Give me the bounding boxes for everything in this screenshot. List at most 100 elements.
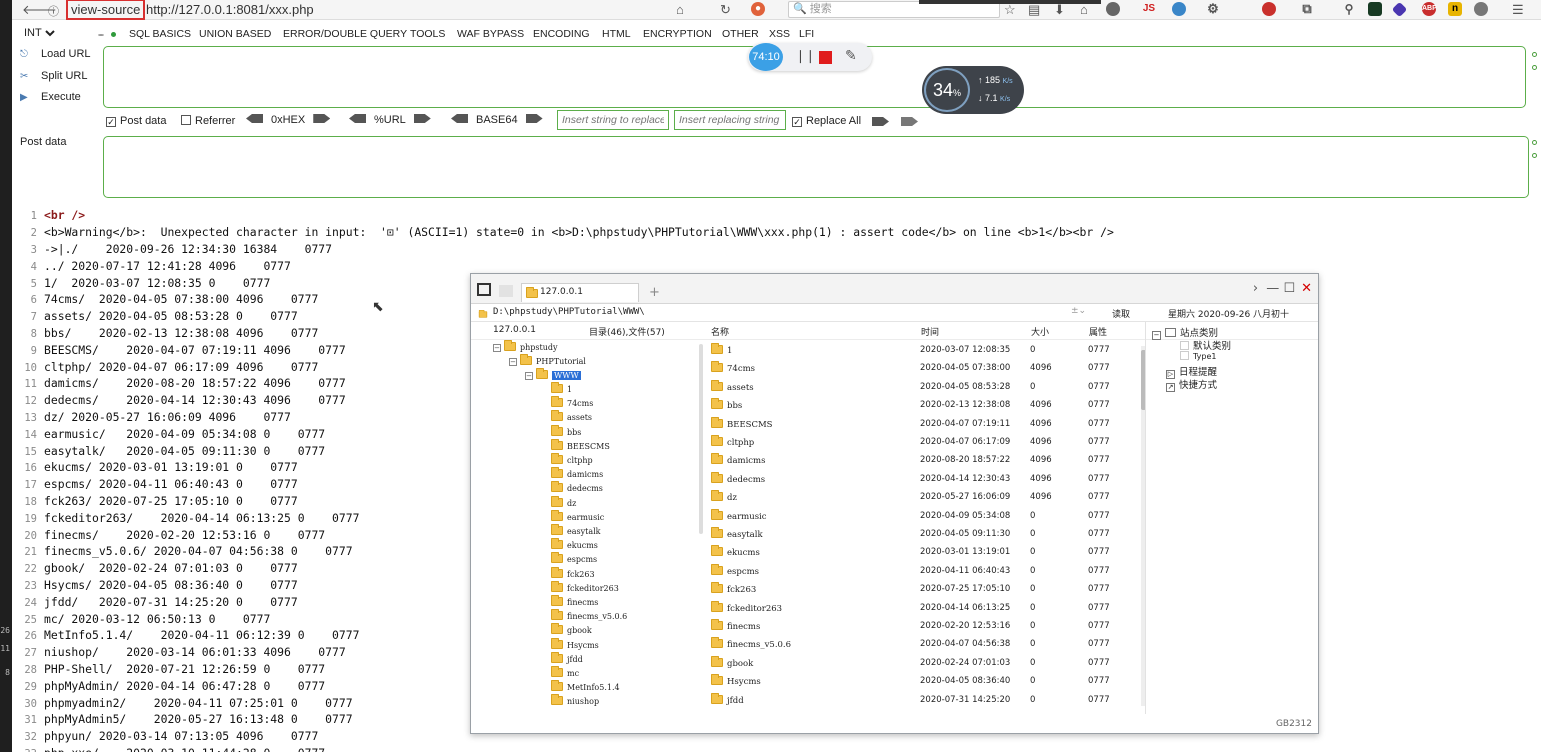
tree-node[interactable]: ekucms: [551, 538, 598, 550]
tree-node[interactable]: gbook: [551, 623, 592, 635]
fm-path-input[interactable]: D:\phpstudy\PHPTutorial\WWW\: [493, 307, 645, 317]
menu-icon[interactable]: ☰: [1512, 2, 1524, 18]
file-row[interactable]: espcms 2020-04-11 06:40:43 0 0777: [703, 562, 1143, 580]
control-dot[interactable]: [1532, 52, 1537, 57]
tree-node[interactable]: fck263: [551, 566, 595, 579]
minimize-icon[interactable]: —: [1266, 281, 1279, 296]
tree-node[interactable]: fckeditor263: [551, 580, 619, 593]
diamond-icon[interactable]: [1391, 1, 1408, 18]
reload-icon[interactable]: ↻: [720, 2, 731, 18]
tree-node[interactable]: earmusic: [551, 509, 604, 522]
tree-node[interactable]: niushop: [551, 694, 599, 706]
proxy-icon[interactable]: [1172, 2, 1186, 16]
file-row[interactable]: damicms 2020-08-20 18:57:22 4096 0777: [703, 451, 1143, 469]
menu-xss[interactable]: XSS: [769, 28, 790, 40]
insert-replacing-input[interactable]: [674, 110, 786, 130]
url-encode-control[interactable]: %URL: [349, 114, 431, 126]
pause-icon[interactable]: ❘❘: [795, 48, 816, 64]
url-field[interactable]: view-source:http://127.0.0.1:8081/xxx.ph…: [65, 0, 314, 20]
col-attr[interactable]: 属性: [1089, 325, 1107, 338]
col-time[interactable]: 时间: [921, 325, 939, 338]
file-row[interactable]: cltphp 2020-04-07 06:17:09 4096 0777: [703, 433, 1143, 451]
menu-html[interactable]: HTML: [602, 28, 631, 40]
tree-node-child[interactable]: − PHPTutorial: [509, 354, 586, 366]
file-row[interactable]: 1 2020-03-07 12:08:35 0 0777: [703, 341, 1143, 359]
js-icon[interactable]: JS: [1140, 2, 1158, 16]
file-row[interactable]: jfdd 2020-07-31 14:25:20 0 0777: [703, 691, 1143, 709]
collapse-icon[interactable]: −: [509, 358, 517, 366]
collapse-icon[interactable]: −: [1152, 331, 1161, 340]
download-icon[interactable]: ⬇: [1054, 2, 1065, 18]
file-row[interactable]: ekucms 2020-03-01 13:19:01 0 0777: [703, 543, 1143, 561]
replace-reverse-icon[interactable]: [901, 117, 918, 126]
decode-arrow-icon[interactable]: [349, 114, 366, 123]
menu-lfi[interactable]: LFI: [799, 28, 814, 40]
file-row[interactable]: 74cms 2020-04-05 07:38:00 4096 0777: [703, 359, 1143, 377]
tree-node[interactable]: assets: [551, 410, 592, 422]
decode-arrow-icon[interactable]: [246, 114, 263, 123]
menu-encoding[interactable]: ENCODING: [533, 28, 590, 40]
post-data-checkbox[interactable]: ✓ Post data: [106, 115, 166, 127]
encode-arrow-icon[interactable]: [525, 114, 543, 123]
file-row[interactable]: dz 2020-05-27 16:06:09 4096 0777: [703, 488, 1143, 506]
collapse-icon[interactable]: −: [525, 372, 533, 380]
menu-tools[interactable]: TOOLS: [410, 28, 445, 40]
extension-icon[interactable]: n: [1448, 2, 1462, 16]
tree-node[interactable]: finecms_v5.0.6: [551, 609, 627, 621]
col-name[interactable]: 名称: [711, 325, 729, 338]
execute-button[interactable]: ▶ Execute: [20, 91, 81, 103]
tree-node[interactable]: damicms: [551, 467, 603, 479]
file-row[interactable]: easytalk 2020-04-05 09:11:30 0 0777: [703, 525, 1143, 543]
fm-tab[interactable]: 127.0.0.1: [521, 283, 639, 302]
replace-all-checkbox[interactable]: ✓ Replace All: [792, 115, 861, 127]
menu-encryption[interactable]: ENCRYPTION: [643, 28, 712, 40]
adblock-icon[interactable]: ABP: [1422, 2, 1437, 16]
tree-node[interactable]: Hsycms: [551, 637, 599, 650]
int-select[interactable]: INT: [20, 26, 58, 40]
control-dot[interactable]: [1532, 140, 1537, 145]
menu-union-based[interactable]: UNION BASED: [199, 28, 271, 40]
home-icon[interactable]: ⌂: [676, 2, 684, 17]
file-row[interactable]: BEESCMS 2020-04-07 07:19:11 4096 0777: [703, 415, 1143, 433]
tree-node[interactable]: cltphp: [551, 453, 593, 465]
file-row[interactable]: finecms 2020-02-20 12:53:16 0 0777: [703, 617, 1143, 635]
tree-node[interactable]: jfdd: [551, 651, 583, 664]
col-size[interactable]: 大小: [1031, 325, 1049, 338]
close-icon[interactable]: ✕: [1301, 281, 1312, 296]
maximize-icon[interactable]: ☐: [1283, 281, 1295, 296]
menu-waf-bypass[interactable]: WAF BYPASS: [457, 28, 524, 40]
file-row[interactable]: earmusic 2020-04-09 05:34:08 0 0777: [703, 507, 1143, 525]
replace-arrow-icon[interactable]: [872, 117, 889, 126]
file-row[interactable]: fck263 2020-07-25 17:05:10 0 0777: [703, 580, 1143, 598]
tree-node[interactable]: bbs: [551, 424, 581, 437]
hex-encode-control[interactable]: 0xHEX: [246, 114, 331, 126]
file-row[interactable]: Hsycms 2020-04-05 08:36:40 0 0777: [703, 672, 1143, 690]
new-tab-icon[interactable]: +: [649, 285, 660, 300]
file-row[interactable]: fckeditor263 2020-04-14 06:13:25 0 0777: [703, 599, 1143, 617]
type1-category[interactable]: Type1: [1180, 351, 1216, 361]
hackbar-icon[interactable]: [1262, 2, 1276, 16]
shortcuts-item[interactable]: ↗ 快捷方式: [1166, 377, 1217, 392]
encode-arrow-icon[interactable]: [413, 114, 431, 123]
path-dropdown-icon[interactable]: ±⌄: [1071, 306, 1086, 316]
shield-icon[interactable]: [1368, 2, 1382, 16]
file-row[interactable]: bbs 2020-02-13 12:38:08 4096 0777: [703, 396, 1143, 414]
bookmark-star-icon[interactable]: ☆: [1004, 2, 1016, 18]
settings-icon[interactable]: ⚙: [1206, 2, 1220, 16]
tree-node-selected[interactable]: − WWW: [525, 368, 581, 380]
addon-icon[interactable]: ●: [751, 2, 765, 16]
menu-other[interactable]: OTHER: [722, 28, 759, 40]
tree-node[interactable]: espcms: [551, 552, 597, 564]
encode-arrow-icon[interactable]: [313, 114, 331, 123]
referrer-checkbox[interactable]: Referrer: [181, 115, 235, 127]
sidebar-toggle-icon[interactable]: [477, 283, 491, 296]
tree-node[interactable]: BEESCMS: [551, 438, 610, 451]
gear-icon[interactable]: [1474, 2, 1488, 16]
profile-icon[interactable]: [1106, 2, 1120, 16]
tree-node[interactable]: easytalk: [551, 524, 601, 536]
pen-icon[interactable]: ✎: [845, 47, 857, 64]
tree-node[interactable]: dz: [551, 495, 576, 508]
stop-icon[interactable]: [819, 51, 832, 64]
base64-control[interactable]: BASE64: [451, 114, 543, 126]
tree-node-root[interactable]: − phpstudy: [493, 340, 558, 352]
